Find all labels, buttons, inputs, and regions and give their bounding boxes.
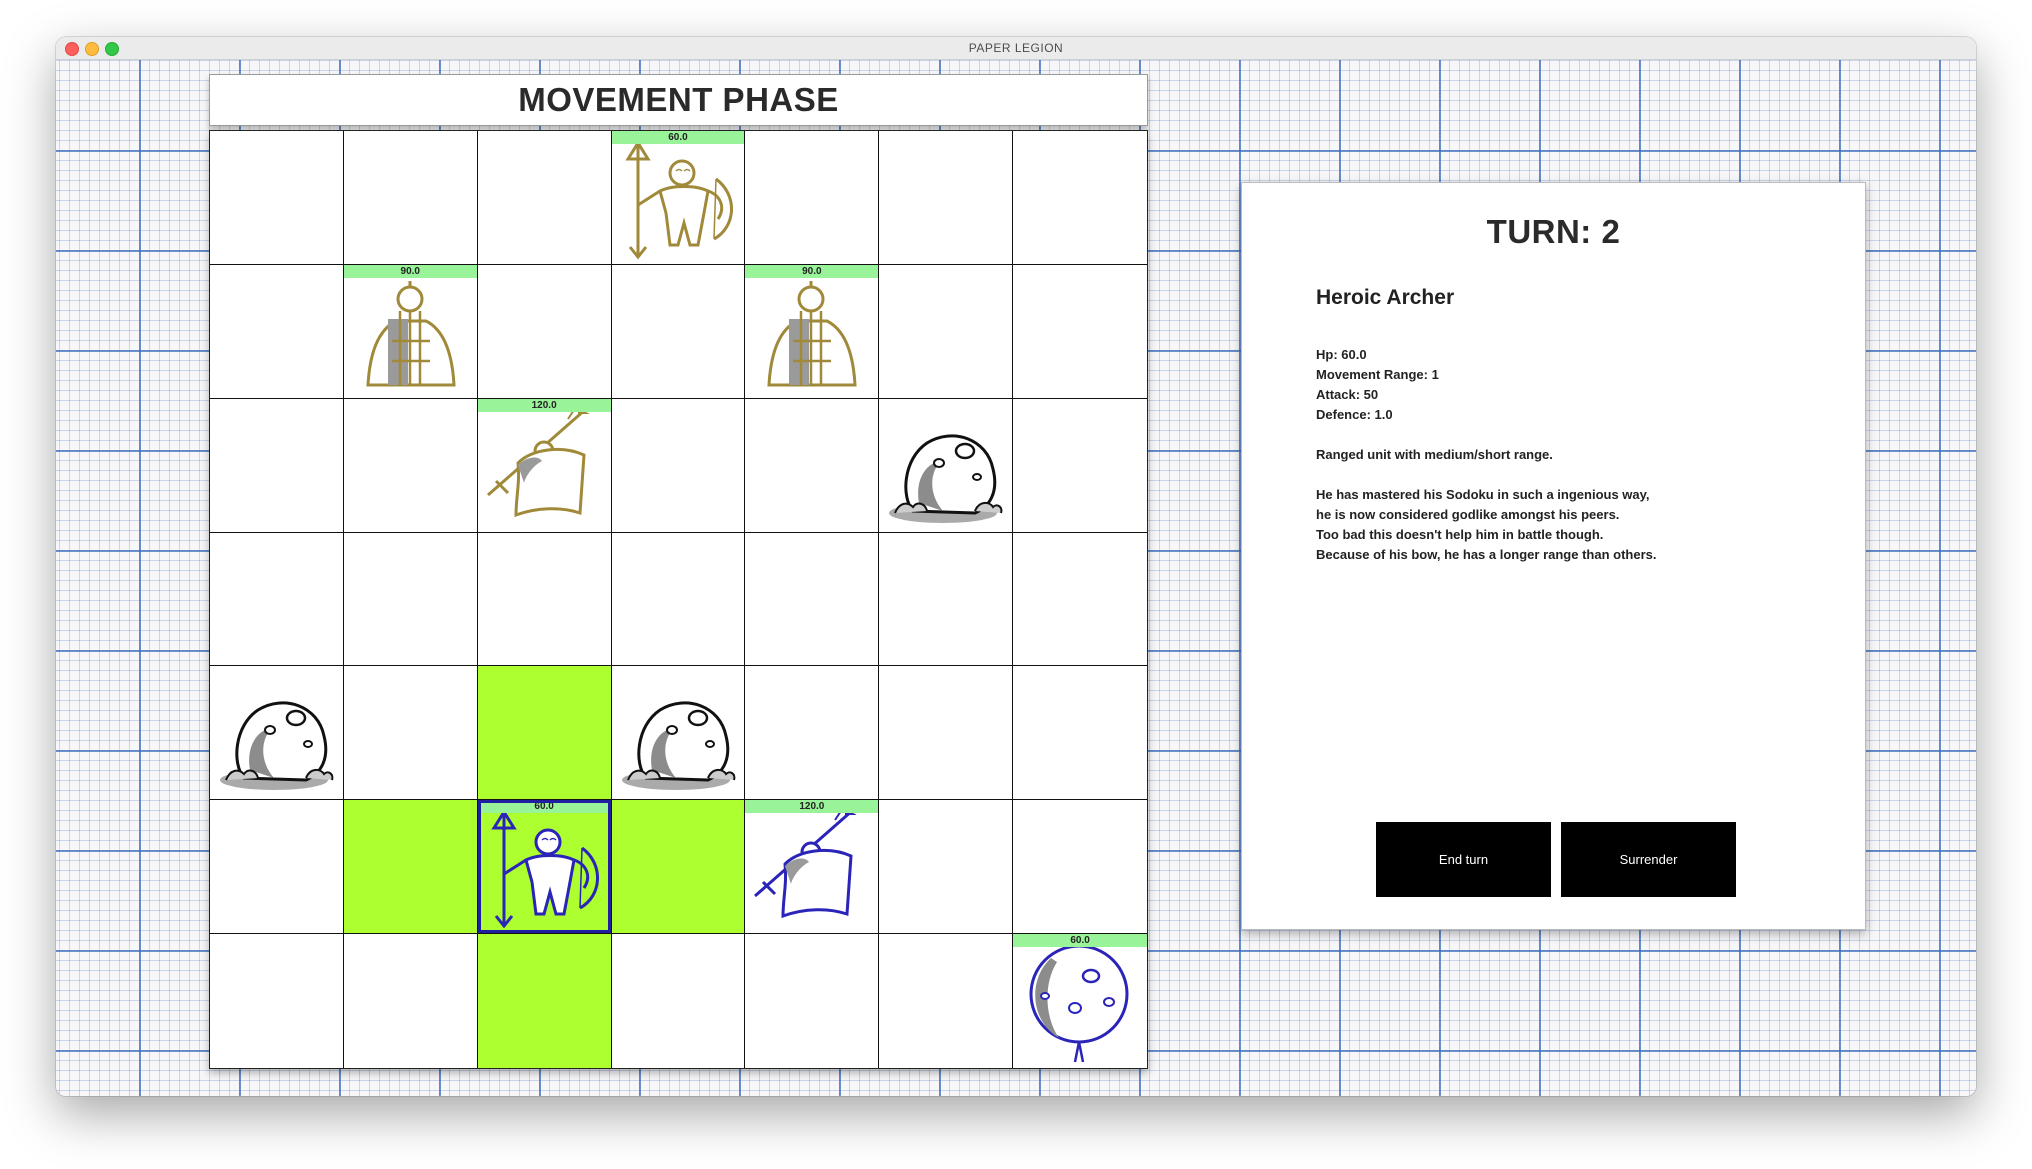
- board-cell[interactable]: 60.0: [611, 131, 746, 265]
- unit-lore-line: Too bad this doesn't help him in battle …: [1316, 527, 1604, 542]
- unit-name: Heroic Archer: [1316, 286, 1455, 309]
- board-cell[interactable]: 90.0: [745, 264, 880, 399]
- board-cell[interactable]: [210, 532, 344, 667]
- board-cell[interactable]: [343, 131, 478, 265]
- board-cell[interactable]: [1013, 131, 1147, 265]
- end-turn-button[interactable]: End turn: [1376, 822, 1551, 897]
- turn-counter: TURN: 2: [1486, 213, 1621, 250]
- unit-hp-bar: 90.0: [343, 264, 477, 278]
- gold-archer-unit-icon[interactable]: [616, 135, 741, 260]
- blue-balloon-unit-icon[interactable]: [1017, 938, 1142, 1063]
- board-cell[interactable]: [1013, 666, 1147, 801]
- board-cell[interactable]: [879, 532, 1014, 667]
- board-cell[interactable]: [745, 398, 880, 533]
- board-cell[interactable]: [1013, 399, 1147, 533]
- unit-movement-stat: Movement Range: 1: [1316, 367, 1439, 382]
- board-cell[interactable]: [745, 666, 880, 801]
- board-cell[interactable]: [879, 398, 1014, 533]
- title-bar: PAPER LEGION: [56, 37, 1976, 60]
- unit-hp-stat: Hp: 60.0: [1316, 347, 1367, 362]
- blue-swordsman-unit-icon[interactable]: [749, 804, 874, 929]
- unit-hp-bar: 60.0: [611, 131, 745, 144]
- unit-lore-line: he is now considered godlike amongst his…: [1316, 507, 1620, 522]
- gold-tower-unit-icon[interactable]: [348, 269, 473, 394]
- rock-obstacle-icon: [889, 434, 1003, 523]
- unit-description: Ranged unit with medium/short range.: [1316, 447, 1553, 462]
- board-cell[interactable]: 60.0: [477, 800, 612, 935]
- board-cell[interactable]: [210, 934, 344, 1068]
- board-cell[interactable]: [879, 934, 1014, 1068]
- unit-info-panel: TURN: 2 Heroic Archer Hp: 60.0 Movement …: [1241, 182, 1866, 930]
- board-cell[interactable]: [745, 934, 880, 1068]
- unit-hp-bar: 90.0: [745, 264, 879, 278]
- graph-paper-background: MOVEMENT PHASE 60.0 90.0 90.0 120.0 60.0…: [56, 60, 1976, 1096]
- board-cell[interactable]: 120.0: [477, 398, 612, 533]
- unit-hp-bar: 60.0: [1013, 934, 1147, 948]
- board-cell[interactable]: [611, 398, 746, 533]
- board-cell[interactable]: [210, 264, 344, 399]
- blue-archer-unit-icon[interactable]: [482, 804, 607, 929]
- board-cell[interactable]: [1013, 265, 1147, 399]
- board-cell[interactable]: [745, 131, 880, 265]
- phase-title: MOVEMENT PHASE: [518, 81, 839, 118]
- game-window: PAPER LEGION MOVEMENT PHASE 60.0 90.0 90…: [56, 37, 1976, 1096]
- board-cell[interactable]: [343, 666, 478, 801]
- gold-tower-unit-icon[interactable]: [749, 269, 874, 394]
- rock-obstacle-icon: [621, 701, 735, 791]
- board-cell[interactable]: [210, 800, 344, 935]
- game-board[interactable]: 60.0 90.0 90.0 120.0 60.0 120.0 60.0: [209, 130, 1148, 1069]
- surrender-button[interactable]: Surrender: [1561, 822, 1736, 897]
- unit-hp-bar: 60.0: [477, 800, 611, 814]
- board-cell[interactable]: [343, 532, 478, 667]
- board-cell[interactable]: [879, 264, 1014, 399]
- unit-defence-stat: Defence: 1.0: [1316, 407, 1393, 422]
- board-cell[interactable]: 120.0: [745, 800, 880, 935]
- gold-swordsman-unit-icon[interactable]: [482, 403, 607, 528]
- movement-target-cell[interactable]: [611, 800, 746, 935]
- board-cell[interactable]: [612, 934, 746, 1068]
- unit-hp-bar: 120.0: [477, 398, 611, 412]
- unit-attack-stat: Attack: 50: [1316, 387, 1379, 402]
- window-title: PAPER LEGION: [968, 41, 1064, 55]
- board-cell[interactable]: [879, 800, 1014, 935]
- board-cell[interactable]: [1013, 800, 1147, 935]
- movement-target-cell[interactable]: [477, 934, 612, 1068]
- unit-lore-line: He has mastered his Sodoku in such a ing…: [1316, 487, 1650, 502]
- unit-lore-line: Because of his bow, he has a longer rang…: [1316, 547, 1657, 562]
- board-cell[interactable]: [477, 264, 612, 399]
- board-cell[interactable]: [745, 532, 880, 667]
- phase-banner: MOVEMENT PHASE: [209, 74, 1148, 126]
- rock-obstacle-icon: [220, 701, 334, 791]
- unit-hp-bar: 120.0: [745, 800, 879, 814]
- board-cell[interactable]: [1013, 533, 1147, 667]
- board-cell[interactable]: 90.0: [343, 264, 478, 399]
- board-cell[interactable]: [210, 131, 344, 265]
- board-cell[interactable]: [611, 532, 746, 667]
- board-cell[interactable]: [611, 264, 746, 399]
- board-cell[interactable]: [477, 532, 612, 667]
- board-cell[interactable]: [210, 666, 344, 801]
- board-cell[interactable]: 60.0: [1013, 934, 1147, 1068]
- board-cell[interactable]: [210, 398, 344, 533]
- movement-target-cell[interactable]: [477, 666, 612, 801]
- board-cell[interactable]: [879, 666, 1014, 801]
- movement-target-cell[interactable]: [343, 800, 478, 935]
- board-cell[interactable]: [611, 666, 746, 801]
- board-cell[interactable]: [343, 398, 478, 533]
- board-cell[interactable]: [477, 131, 612, 265]
- board-cell[interactable]: [879, 131, 1014, 265]
- board-cell[interactable]: [344, 934, 478, 1068]
